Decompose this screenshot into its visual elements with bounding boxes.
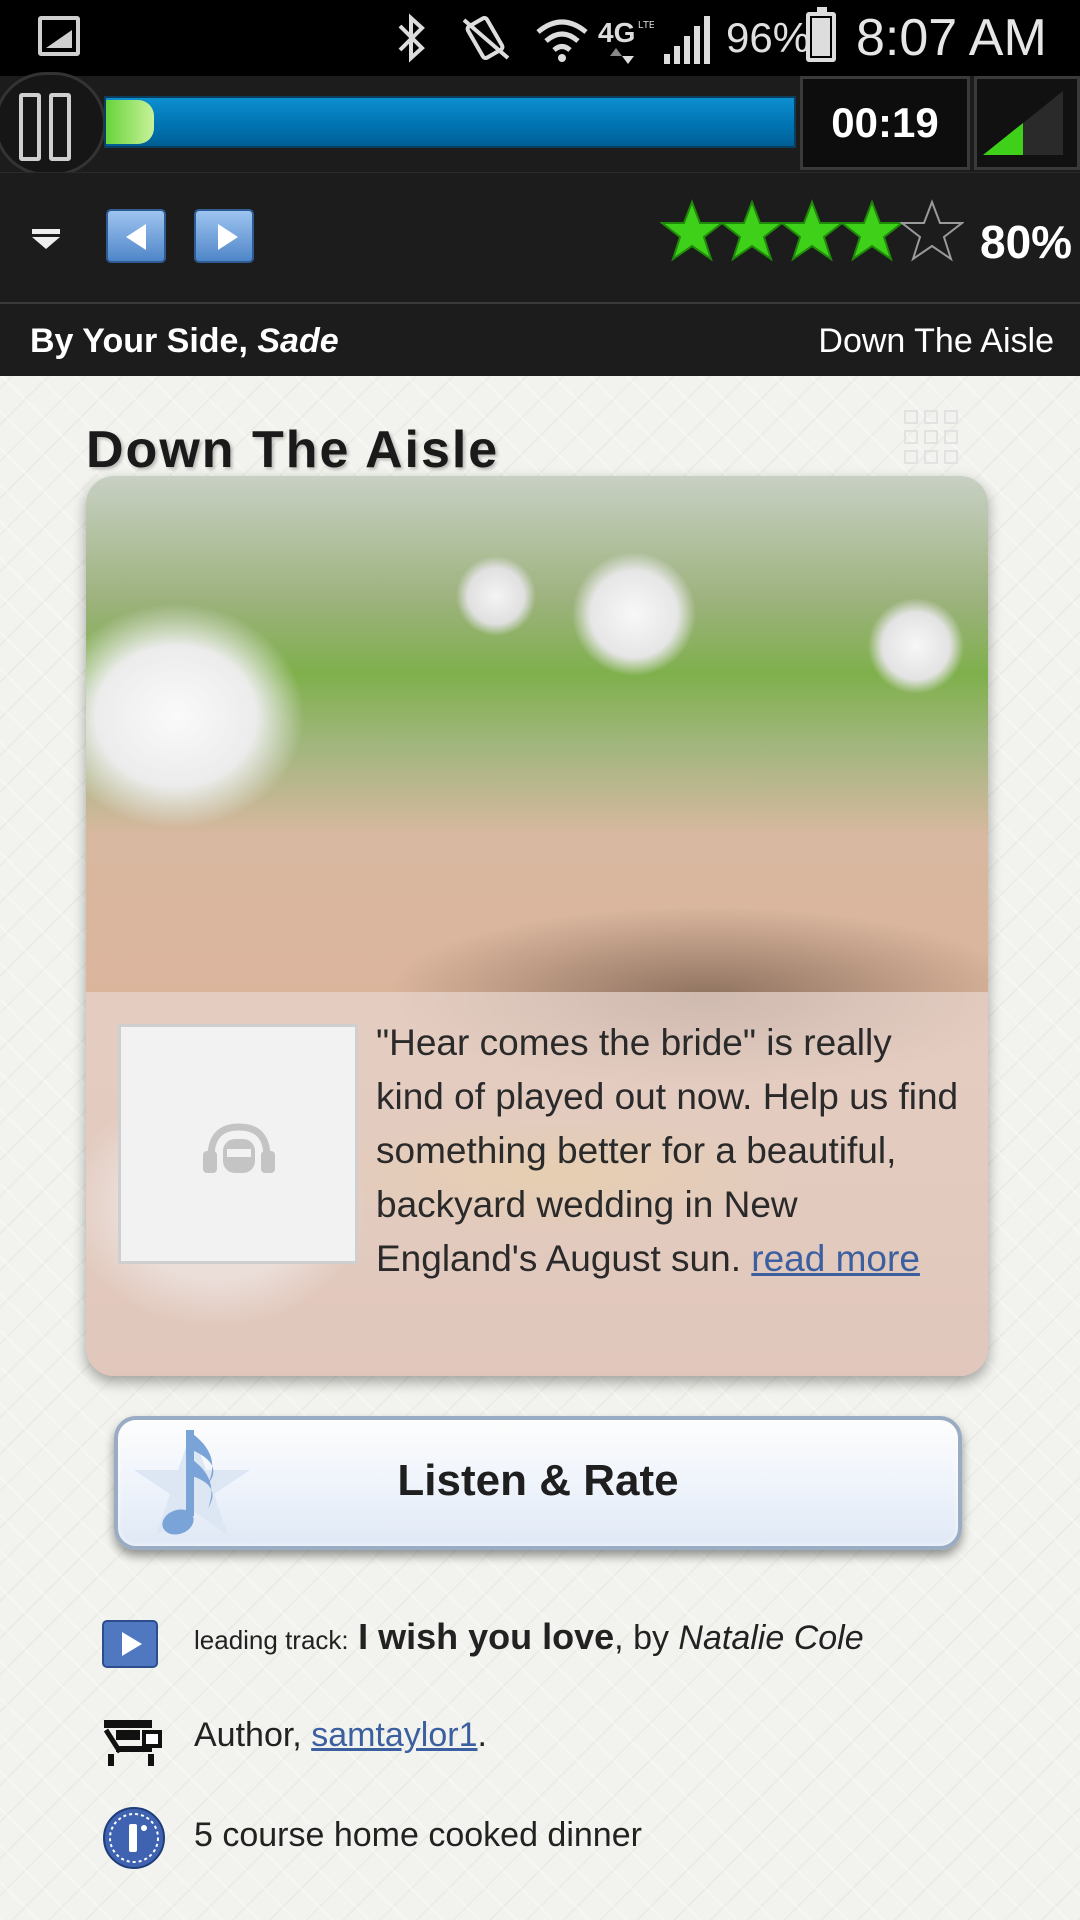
song-title: By Your Side [30,322,239,360]
leading-track-artist: Natalie Cole [678,1619,864,1657]
leading-track-by: , by [614,1619,679,1657]
playlist-name[interactable]: Down The Aisle [818,322,1054,361]
grid-icon[interactable] [904,410,964,470]
star-filled-icon[interactable] [660,199,724,263]
event-text: 5 course home cooked dinner [194,1816,642,1854]
song-artist: Sade [257,322,339,360]
4g-lte-icon: 4G LTE [598,17,654,64]
gallery-icon [38,16,80,56]
play-icon [102,1620,158,1668]
playlist-description: "Hear comes the bride" is really kind of… [118,1016,960,1286]
volume-button[interactable] [974,76,1080,170]
author-chair-icon [103,1720,162,1766]
battery-percent: 96% [726,14,811,61]
author-link[interactable]: samtaylor1 [311,1716,477,1754]
leading-track-title: I wish you love [358,1616,615,1657]
svg-text:4G: 4G [598,17,635,48]
wifi-icon [536,19,588,62]
player-bar: 00:19 [0,72,1080,176]
star-filled-icon[interactable] [840,199,904,263]
first-badge-icon [103,1807,165,1869]
leading-track-label: leading track: [194,1625,349,1655]
vibrate-off-icon [462,16,510,60]
pause-icon-bar [49,93,71,161]
leading-track-text: leading track: I wish you love, by Natal… [194,1616,864,1658]
now-playing-strip: By Your Side, Sade Down The Aisle [0,302,1080,376]
volume-level [983,123,1023,155]
playlist-card: "Hear comes the bride" is really kind of… [86,476,988,1376]
pause-icon [19,93,41,161]
star-empty-icon[interactable] [900,199,964,263]
clock: 8:07 AM [856,9,1047,67]
next-button[interactable] [194,209,254,263]
next-icon [218,224,238,250]
progress-fill [106,100,155,144]
page-title: Down The Aisle [86,421,500,479]
rating-percent: 80% [980,216,1073,268]
svg-text:LTE: LTE [638,20,654,31]
star-filled-icon[interactable] [780,199,844,263]
listen-rate-button[interactable]: Listen & Rate [114,1416,962,1550]
read-more-link[interactable]: read more [751,1238,920,1279]
author-label: Author, [194,1716,312,1754]
author-text: Author, samtaylor1. [194,1716,487,1755]
status-bar: 4G LTE 96% 8:07 AM [0,0,1080,76]
menu-dropdown-icon[interactable] [32,229,60,249]
listen-rate-label: Listen & Rate [397,1456,679,1505]
main-content: Down The Aisle "Hear comes the bride" is… [0,376,1080,1920]
signal-icon [664,16,710,64]
controls-bar: 80% [0,172,1080,302]
battery-icon [806,7,836,62]
bluetooth-icon [398,13,425,63]
now-playing-track[interactable]: By Your Side, Sade [30,322,339,361]
previous-button[interactable] [106,209,166,263]
elapsed-time: 00:19 [800,76,970,170]
author-suffix: . [477,1716,487,1754]
star-filled-icon[interactable] [720,199,784,263]
previous-icon [126,224,146,250]
pause-button[interactable] [0,72,106,176]
song-separator: , [238,322,258,360]
progress-bar[interactable] [104,96,796,148]
